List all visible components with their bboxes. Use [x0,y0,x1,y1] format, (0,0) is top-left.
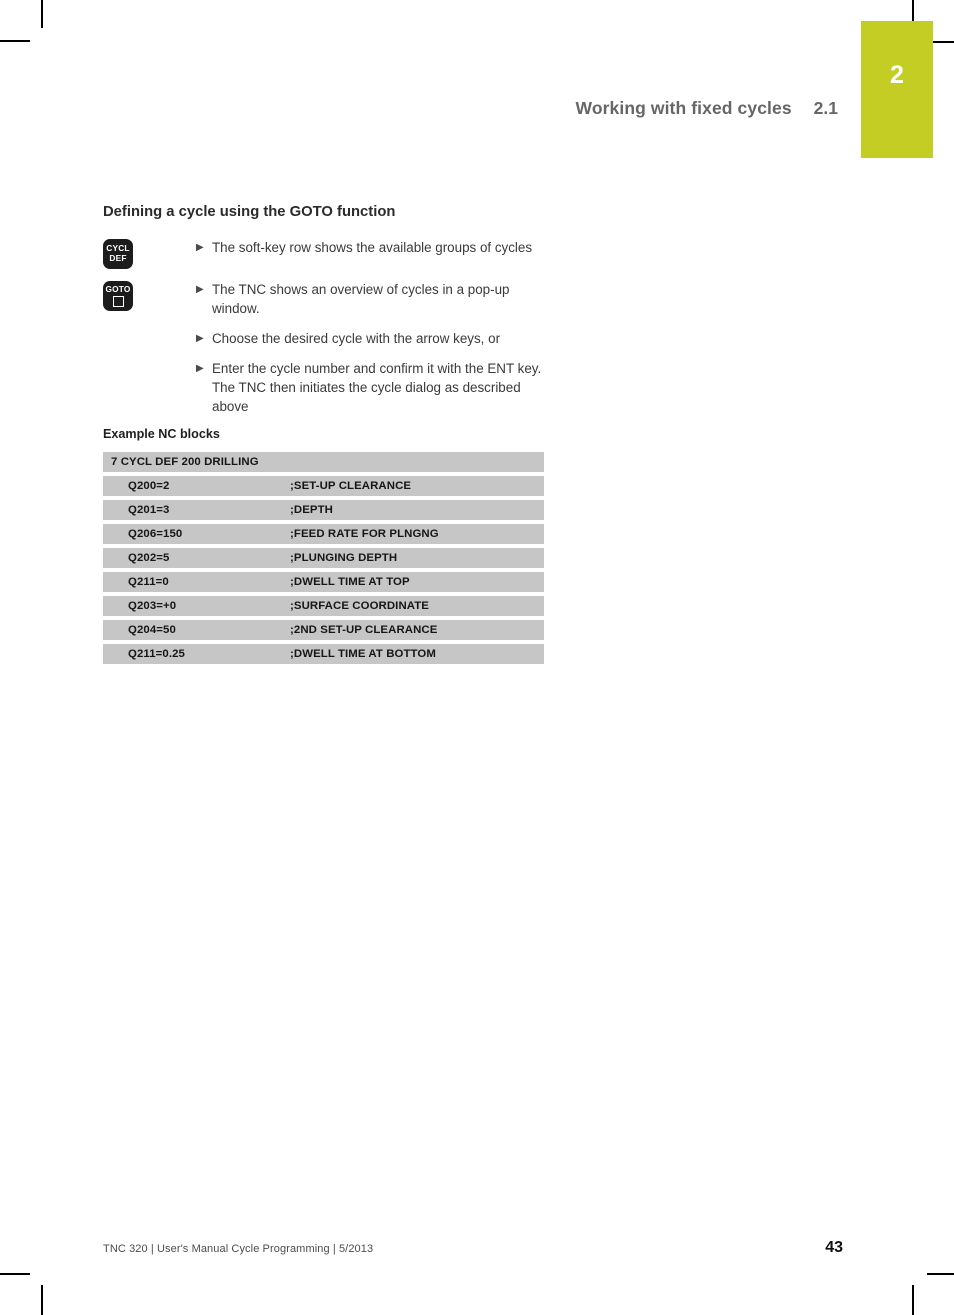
table-row: Q211=0 ;DWELL TIME AT TOP [103,571,544,592]
goto-key-line1: GOTO [105,283,131,294]
nc-comment: ;FEED RATE FOR PLNGNG [290,523,544,544]
list-item: ▶ Choose the desired cycle with the arro… [103,329,563,348]
crop-mark-bottom-left-horizontal [0,1273,30,1275]
key-column [103,359,196,360]
crop-mark-bottom-right-horizontal [927,1273,954,1275]
footer-document-info: TNC 320 | User's Manual Cycle Programmin… [103,1243,374,1255]
nc-block-header: 7 CYCL DEF 200 DRILLING [103,451,544,472]
table-row: Q211=0.25 ;DWELL TIME AT BOTTOM [103,643,544,664]
key-column [103,329,196,330]
table-row: Q203=+0 ;SURFACE COORDINATE [103,595,544,616]
manual-page: 2 Working with fixed cycles 2.1 Defining … [0,0,954,1315]
crop-mark-top-left-horizontal [0,40,30,42]
nc-param: Q211=0.25 [103,643,290,664]
cycl-def-key-icon[interactable]: CYCL DEF [103,238,133,269]
running-head-title: Working with fixed cycles [575,98,792,118]
example-nc-blocks: Example NC blocks 7 CYCL DEF 200 DRILLIN… [103,427,563,668]
running-head: Working with fixed cycles 2.1 [0,98,838,119]
example-nc-blocks-label: Example NC blocks [103,426,220,441]
step-list: CYCL DEF ▶ The soft-key row shows the av… [103,238,563,416]
nc-param: Q211=0 [103,571,290,592]
key-column: GOTO [103,280,196,311]
nc-comment: ;SET-UP CLEARANCE [290,475,544,496]
step-text: Choose the desired cycle with the arrow … [212,330,501,346]
nc-param: Q202=5 [103,547,290,568]
page-number: 43 [825,1239,843,1256]
list-item: CYCL DEF ▶ The soft-key row shows the av… [103,238,563,269]
table-row: 7 CYCL DEF 200 DRILLING [103,451,544,472]
crop-mark-top-right-horizontal [933,41,954,43]
table-row: Q206=150 ;FEED RATE FOR PLNGNG [103,523,544,544]
step-text: The TNC shows an overview of cycles in a… [212,281,510,316]
step-body: ▶ The TNC shows an overview of cycles in… [196,280,563,318]
table-row: Q201=3 ;DEPTH [103,499,544,520]
list-item: GOTO ▶ The TNC shows an overview of cycl… [103,280,563,318]
table-row: Q202=5 ;PLUNGING DEPTH [103,547,544,568]
nc-comment: ;DWELL TIME AT TOP [290,571,544,592]
bullet-arrow-icon: ▶ [196,283,204,295]
nc-comment: ;DWELL TIME AT BOTTOM [290,643,544,664]
step-text: The soft-key row shows the available gro… [212,239,533,255]
step-text: Enter the cycle number and confirm it wi… [212,360,542,414]
step-body: ▶ The soft-key row shows the available g… [196,238,563,257]
key-column: CYCL DEF [103,238,196,269]
page-content: Defining a cycle using the GOTO function… [103,204,563,668]
list-item: ▶ Enter the cycle number and confirm it … [103,359,563,416]
step-body: ▶ Enter the cycle number and confirm it … [196,359,563,416]
bullet-arrow-icon: ▶ [196,362,204,374]
nc-comment: ;SURFACE COORDINATE [290,595,544,616]
crop-mark-bottom-right-vertical [912,1285,914,1315]
nc-param: Q204=50 [103,619,290,640]
crop-mark-top-left-vertical [41,0,43,28]
nc-param: Q201=3 [103,499,290,520]
table-row: Q204=50 ;2ND SET-UP CLEARANCE [103,619,544,640]
nc-comment: ;PLUNGING DEPTH [290,547,544,568]
nc-comment: ;DEPTH [290,499,544,520]
step-body: ▶ Choose the desired cycle with the arro… [196,329,563,348]
chapter-tab-number: 2 [890,61,904,89]
crop-mark-top-right-vertical [912,0,914,22]
bullet-arrow-icon: ▶ [196,332,204,344]
nc-param: Q200=2 [103,475,290,496]
goto-key-icon[interactable]: GOTO [103,280,133,311]
chapter-tab: 2 [861,21,933,158]
goto-key-square-icon [112,296,124,307]
page-footer: TNC 320 | User's Manual Cycle Programmin… [103,1239,843,1257]
nc-block-table: 7 CYCL DEF 200 DRILLING Q200=2 ;SET-UP C… [103,448,544,668]
page-title: Defining a cycle using the GOTO function [103,204,396,220]
nc-param: Q203=+0 [103,595,290,616]
cycl-def-key-line2: DEF [109,252,127,263]
crop-mark-bottom-left-vertical [41,1285,43,1315]
bullet-arrow-icon: ▶ [196,241,204,253]
running-head-section-number: 2.1 [813,98,838,118]
table-row: Q200=2 ;SET-UP CLEARANCE [103,475,544,496]
nc-comment: ;2ND SET-UP CLEARANCE [290,619,544,640]
nc-param: Q206=150 [103,523,290,544]
